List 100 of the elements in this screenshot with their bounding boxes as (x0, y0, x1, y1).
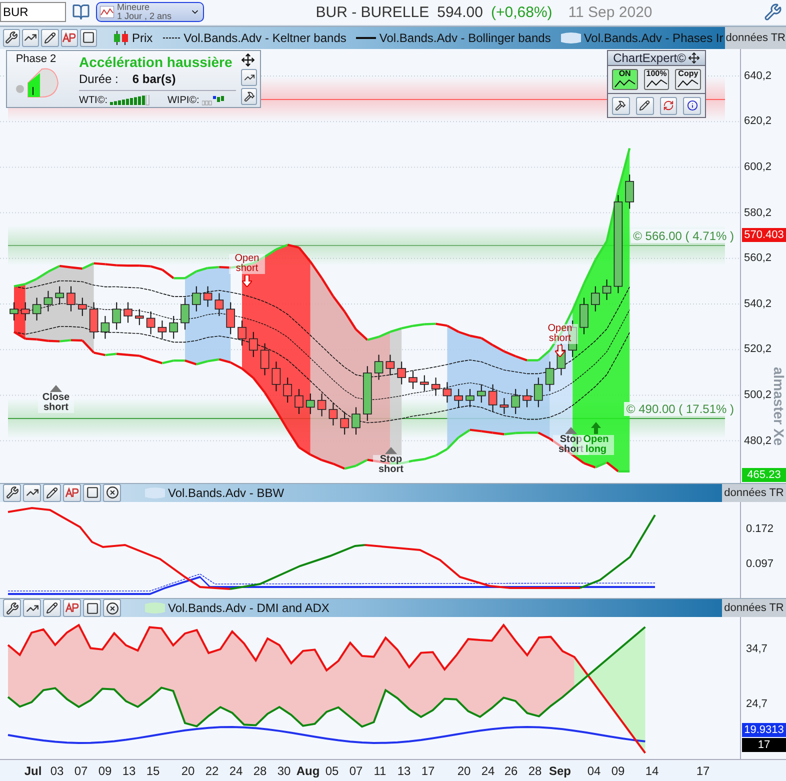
ap-button[interactable] (63, 484, 81, 502)
date-label: 09 (98, 764, 112, 778)
axis-label: 500,2 (744, 389, 772, 402)
candle (21, 302, 30, 321)
timeframe-label: Mineure (117, 3, 151, 12)
date-label: 09 (611, 764, 625, 778)
wti-label: WTI©: (79, 94, 108, 106)
add-marker-button[interactable] (43, 484, 61, 502)
edit-button[interactable] (636, 96, 654, 115)
candle (397, 360, 406, 385)
pencil-icon (46, 602, 58, 614)
candle (55, 286, 64, 305)
close-button[interactable] (103, 599, 121, 618)
refresh-button[interactable] (660, 96, 678, 115)
refresh-icon (662, 100, 674, 112)
price-change: (+0,68%) (491, 4, 552, 21)
legend-label: Vol.Bands.Adv - Keltner bands (184, 30, 346, 45)
band-icon (145, 486, 165, 500)
wti-meter (110, 94, 150, 106)
wipi-meter-icon (202, 94, 224, 106)
candle (477, 384, 486, 404)
axis-label: 480,2 (744, 434, 772, 447)
add-marker-button[interactable] (43, 599, 61, 618)
stock-price: 594.00 (437, 4, 483, 21)
data-source-label: données TR (722, 484, 786, 502)
symbol-field[interactable]: BUR (0, 2, 66, 22)
stock-title: BUR - BURELLE (316, 4, 430, 21)
info-button[interactable] (683, 96, 701, 115)
date-label: 07 (349, 764, 363, 778)
date-label: 14 (645, 764, 659, 778)
window-button[interactable] (83, 599, 101, 618)
date-label: Aug (296, 764, 320, 778)
wrench-icon (6, 486, 18, 500)
close-icon (106, 486, 118, 500)
window-icon (86, 602, 98, 615)
axis-label: 24,7 (746, 698, 768, 710)
candle (124, 302, 132, 324)
candle (580, 297, 588, 335)
candle (545, 360, 554, 392)
candle (500, 397, 509, 414)
axis-label: 600,2 (744, 161, 772, 174)
timeframe-detail: 1 Jour , 2 ans (117, 12, 172, 22)
date-label: 20 (181, 764, 195, 778)
legend-label: Vol.Bands.Adv - Phases Ir (584, 30, 724, 45)
timeframe-dropdown[interactable]: Mineure 1 Jour , 2 ans (96, 2, 204, 22)
window-icon (86, 486, 98, 500)
candle (214, 292, 224, 316)
candle (363, 366, 372, 422)
window-button[interactable] (80, 28, 97, 47)
date-label: 24 (229, 764, 243, 778)
chart-expert-button[interactable]: ON (612, 68, 638, 90)
candle (431, 376, 440, 396)
duration-label: Durée : (79, 72, 118, 86)
data-source-label: données TR (722, 599, 786, 618)
candle (340, 411, 349, 435)
legend-label: Vol.Bands.Adv - BBW (168, 486, 284, 500)
candle (374, 354, 384, 380)
candle (283, 376, 292, 404)
settings-button[interactable] (3, 484, 21, 502)
date-label: 26 (504, 764, 518, 778)
date-label: 22 (205, 764, 219, 778)
axis-label: 34,7 (746, 643, 768, 656)
date-label: 07 (74, 764, 88, 778)
tools-button[interactable] (241, 88, 257, 105)
hammer-button[interactable] (612, 96, 630, 115)
down-arrow-icon (555, 344, 565, 357)
settings-icon[interactable] (764, 3, 782, 22)
chart-line-icon (677, 78, 700, 88)
ap-button[interactable] (60, 28, 78, 47)
chart-signal-button[interactable] (241, 68, 257, 86)
candle (135, 308, 144, 326)
candle (32, 297, 42, 321)
add-indicator-button[interactable] (22, 28, 40, 47)
pencil-icon (44, 32, 56, 44)
level-label: © 566.00 ( 4.71% ) (631, 229, 736, 244)
move-icon[interactable] (688, 52, 700, 64)
ap-icon (62, 32, 76, 44)
settings-button[interactable] (3, 599, 21, 618)
candlestick-icon (112, 30, 129, 45)
value-tag: 17 (742, 738, 786, 752)
wrench-icon (6, 602, 18, 615)
candle (146, 310, 156, 335)
candle (625, 174, 634, 210)
candle (306, 392, 315, 414)
info-icon (686, 100, 698, 112)
add-marker-button[interactable] (41, 28, 59, 47)
window-button[interactable] (83, 484, 101, 502)
axis-label: 640,2 (744, 70, 772, 82)
chart-expert-button[interactable]: 100% (644, 68, 670, 90)
price-tag: 570.403 (742, 228, 786, 242)
candle (192, 286, 201, 312)
add-indicator-button[interactable] (23, 484, 41, 502)
chart-expert-button[interactable]: Copy (675, 68, 702, 90)
ap-button[interactable] (63, 599, 81, 618)
add-indicator-button[interactable] (23, 599, 41, 618)
settings-button[interactable] (3, 28, 20, 47)
band-icon (560, 30, 581, 45)
close-button[interactable] (103, 484, 121, 502)
date-label: 13 (397, 764, 411, 778)
legend-label: Vol.Bands.Adv - DMI and ADX (168, 601, 330, 616)
